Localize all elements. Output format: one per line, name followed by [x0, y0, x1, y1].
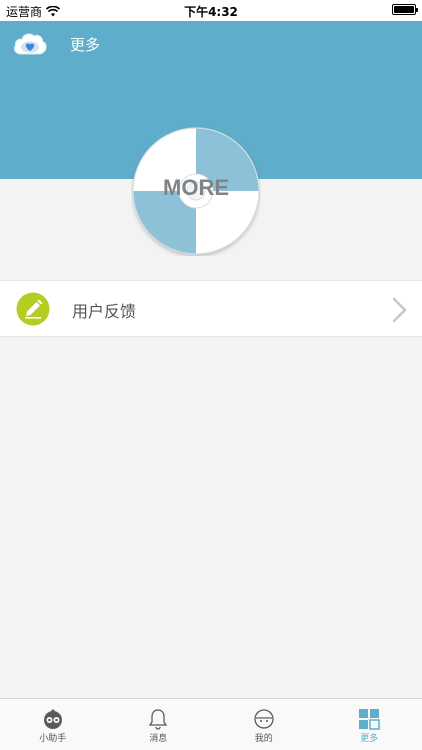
tab-mine[interactable]: 我的 — [211, 699, 317, 750]
more-banner: MORE — [131, 126, 261, 256]
tab-bar: 小助手 消息 我的 更多 — [0, 698, 422, 750]
bell-icon — [149, 709, 168, 730]
robot-assistant-icon — [43, 709, 62, 729]
page-title: 更多 — [70, 36, 101, 54]
tab-label: 我的 — [254, 734, 273, 744]
tab-label: 小助手 — [39, 734, 67, 744]
status-bar: 运营商 下午4:32 — [0, 0, 422, 21]
status-right — [392, 4, 418, 15]
tab-label: 消息 — [149, 734, 168, 744]
tab-assistant[interactable]: 小助手 — [0, 699, 106, 750]
list-item-feedback[interactable]: 用户反馈 — [0, 281, 422, 338]
list-item-label: 用户反馈 — [72, 302, 137, 321]
chevron-right-icon — [392, 297, 407, 323]
status-time: 下午4:32 — [184, 5, 238, 19]
face-icon — [254, 709, 274, 729]
tab-messages[interactable]: 消息 — [106, 699, 212, 750]
more-screen: 运营商 下午4:32 更多 MORE 用户反馈 小助手 消息 我的 更多 — [0, 0, 422, 750]
edit-pencil-icon — [16, 292, 50, 326]
cloud-heart-icon[interactable] — [12, 29, 48, 57]
settings-list: 用户反馈 — [0, 280, 422, 337]
more-label: MORE — [163, 175, 229, 200]
tab-label: 更多 — [360, 734, 379, 744]
grid-icon — [359, 709, 380, 730]
tab-more[interactable]: 更多 — [317, 699, 422, 750]
battery-icon — [392, 4, 418, 15]
